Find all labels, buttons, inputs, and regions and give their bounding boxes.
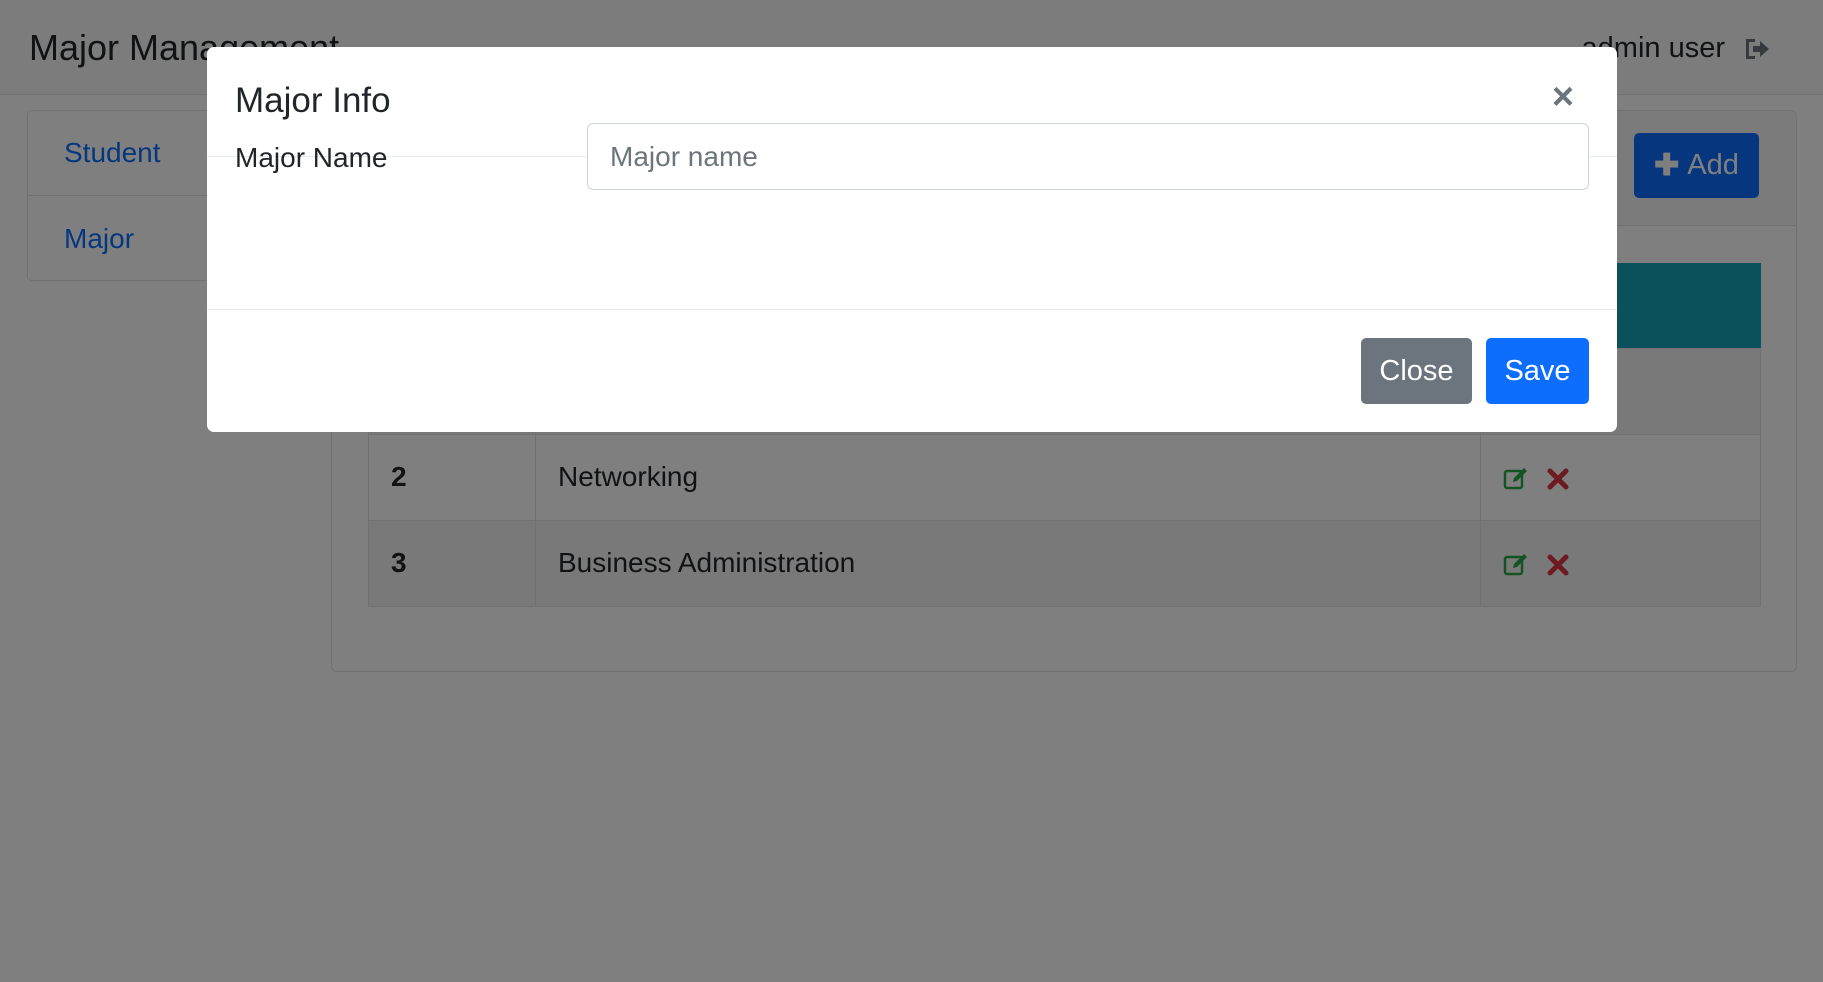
modal-title: Major Info [235, 81, 391, 120]
major-name-input[interactable] [587, 123, 1589, 190]
close-button[interactable]: Close [1361, 338, 1472, 404]
major-name-label: Major Name [235, 142, 388, 173]
page: Major Management admin user Student Majo… [0, 0, 1823, 982]
save-button[interactable]: Save [1486, 338, 1589, 404]
close-icon[interactable]: × [1543, 76, 1583, 118]
major-info-modal: Major Info × Major Name Close Save [207, 47, 1617, 432]
modal-footer-divider [207, 309, 1617, 310]
